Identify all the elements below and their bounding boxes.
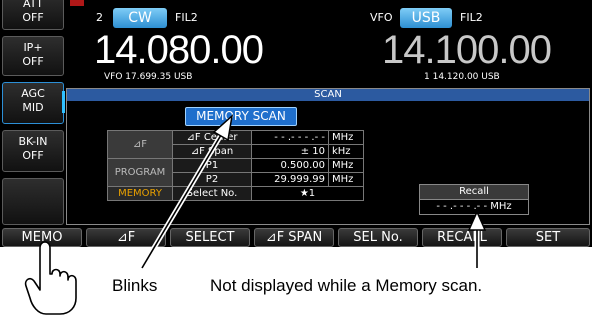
arrow-icon	[139, 114, 234, 270]
annotation-overlay	[24, 114, 487, 315]
blinks-callout: Blinks	[112, 276, 158, 295]
hand-pointer-icon	[24, 241, 77, 315]
arrow-icon	[467, 210, 487, 268]
not-displayed-callout: Not displayed while a Memory scan.	[210, 276, 483, 295]
